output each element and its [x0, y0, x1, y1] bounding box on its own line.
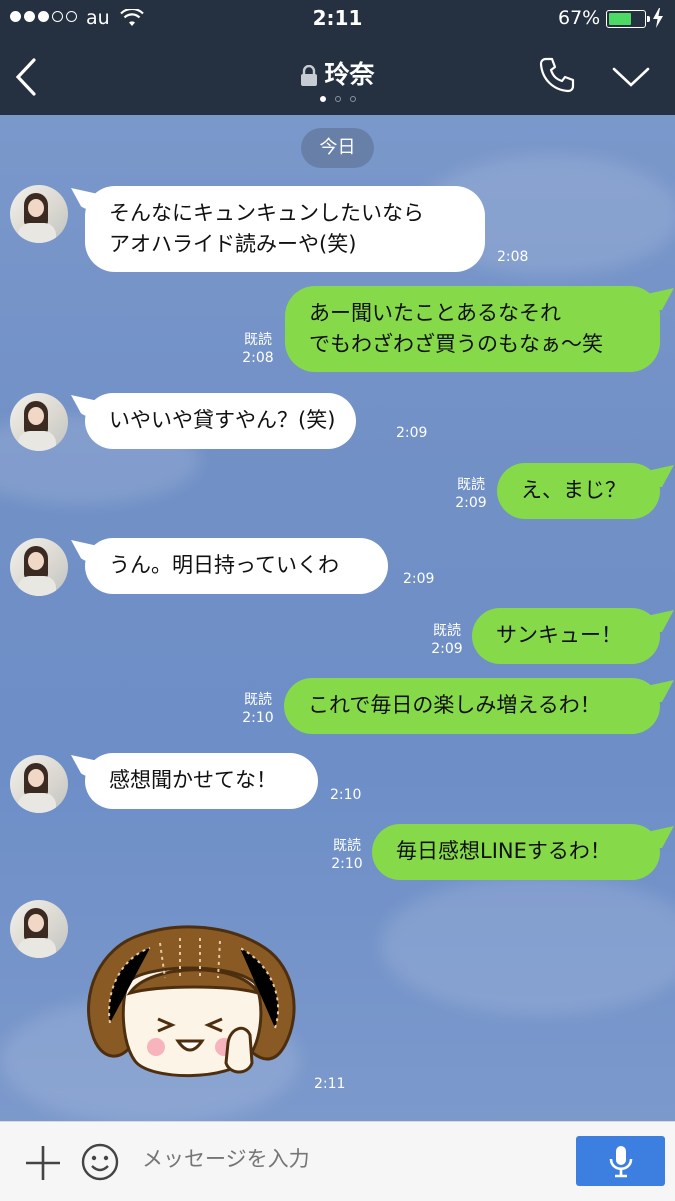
message-input-bar — [0, 1121, 675, 1201]
page-dot — [319, 96, 326, 102]
status-bar: au 2:11 67% — [0, 0, 675, 38]
read-receipt: 既読 2:08 — [238, 331, 278, 367]
chat-area[interactable]: 今日 そんなにキュンキュンしたいなら アオハライド読みーや(笑) 2:08 既読… — [0, 115, 675, 1121]
message-time: 2:10 — [331, 856, 363, 872]
charging-icon — [653, 8, 663, 28]
page-dot — [334, 96, 341, 102]
read-receipt: 既読 2:09 — [451, 476, 491, 512]
lock-icon — [301, 65, 318, 86]
voice-button[interactable] — [576, 1136, 665, 1186]
read-receipt: 既読 2:10 — [238, 691, 278, 727]
message-time: 2:09 — [403, 571, 435, 587]
outgoing-message-bubble[interactable]: これで毎日の楽しみ増えるわ！ — [284, 678, 660, 734]
plus-icon[interactable] — [24, 1144, 62, 1182]
chat-title-text: 玲奈 — [324, 60, 375, 89]
read-label: 既読 — [333, 838, 361, 854]
outgoing-message-bubble[interactable]: え、まじ？ — [497, 463, 660, 519]
read-label: 既読 — [433, 623, 461, 639]
read-receipt: 既読 2:09 — [427, 622, 467, 658]
read-label: 既読 — [244, 692, 272, 708]
page-indicator — [0, 96, 675, 102]
smile-icon[interactable] — [80, 1142, 120, 1182]
chevron-down-icon[interactable] — [612, 66, 650, 88]
incoming-message-bubble[interactable]: いやいや貸すやん？(笑) — [85, 393, 356, 449]
avatar[interactable] — [10, 900, 68, 958]
message-input[interactable] — [142, 1147, 542, 1171]
outgoing-message-bubble[interactable]: 毎日感想LINEするわ！ — [372, 824, 660, 880]
message-time: 2:09 — [396, 425, 428, 441]
avatar[interactable] — [10, 185, 68, 243]
outgoing-message-bubble[interactable]: あー聞いたことあるなそれ でもわざわざ買うのもなぁ〜笑 — [285, 286, 660, 372]
background-cloud — [380, 875, 675, 1015]
message-time: 2:10 — [242, 710, 274, 726]
page-dot — [349, 96, 356, 102]
avatar[interactable] — [10, 755, 68, 813]
read-receipt: 既読 2:10 — [327, 837, 367, 873]
message-time: 2:08 — [242, 350, 274, 366]
message-time: 2:09 — [455, 495, 487, 511]
microphone-icon — [609, 1146, 633, 1178]
avatar[interactable] — [10, 393, 68, 451]
read-label: 既読 — [457, 477, 485, 493]
message-time: 2:08 — [497, 249, 529, 265]
chat-header: 玲奈 — [0, 38, 675, 115]
battery-icon — [606, 10, 650, 28]
message-time: 2:09 — [431, 641, 463, 657]
phone-icon[interactable] — [538, 56, 576, 94]
outgoing-message-bubble[interactable]: サンキュー！ — [472, 608, 660, 664]
message-time: 2:10 — [330, 787, 362, 803]
battery-percent: 67% — [558, 7, 601, 29]
incoming-message-bubble[interactable]: 感想聞かせてな！ — [85, 753, 318, 809]
date-separator: 今日 — [301, 128, 374, 168]
avatar[interactable] — [10, 538, 68, 596]
incoming-message-bubble[interactable]: そんなにキュンキュンしたいなら アオハライド読みーや(笑) — [85, 186, 485, 272]
incoming-message-bubble[interactable]: うん。明日持っていくわ — [85, 538, 388, 594]
girl-sticker[interactable] — [80, 923, 300, 1083]
message-time: 2:11 — [314, 1076, 346, 1092]
read-label: 既読 — [244, 332, 272, 348]
